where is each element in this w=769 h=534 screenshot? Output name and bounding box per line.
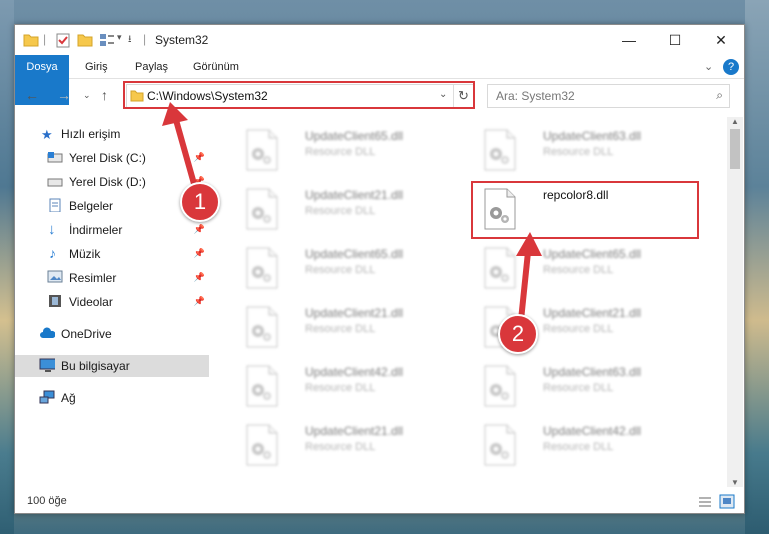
arrowhead-step-2 xyxy=(516,232,542,256)
step-badge-2: 2 xyxy=(498,314,538,354)
step-badge-1: 1 xyxy=(180,182,220,222)
arrowhead-step-1 xyxy=(162,102,188,126)
annotation-arrows xyxy=(162,102,542,331)
